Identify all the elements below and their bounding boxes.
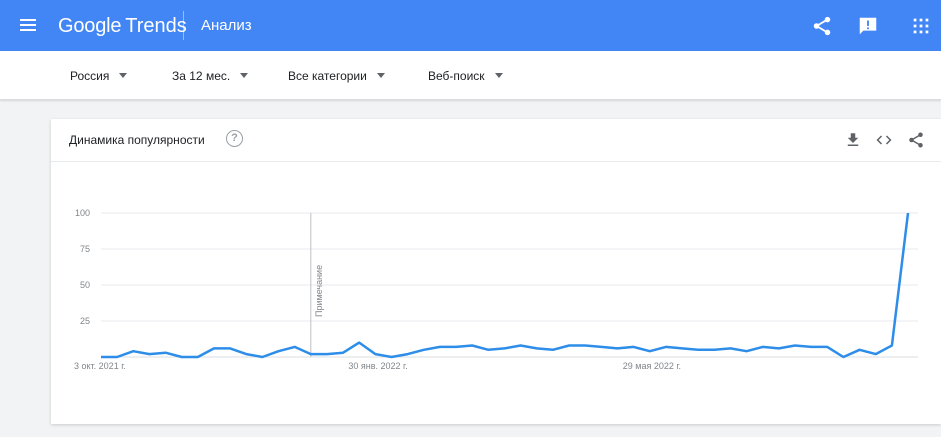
- help-icon[interactable]: ?: [226, 130, 243, 147]
- embed-code-icon[interactable]: [875, 131, 893, 149]
- google-trends-logo[interactable]: Google Trends: [58, 14, 187, 38]
- caret-down-icon: [494, 73, 503, 78]
- share-icon[interactable]: [811, 15, 833, 37]
- apps-grid-icon[interactable]: [910, 15, 932, 37]
- card-title: Динамика популярности: [69, 133, 205, 147]
- y-tick-label: 50: [80, 280, 90, 290]
- caret-down-icon: [376, 73, 385, 78]
- filter-bar: Россия За 12 мес. Все категории Веб-поис…: [0, 51, 941, 100]
- menu-icon[interactable]: [16, 13, 40, 37]
- top-app-bar: Google Trends Анализ: [0, 0, 941, 51]
- x-axis-ticks: 3 окт. 2021 г. 30 янв. 2022 г. 29 мая 2022…: [74, 361, 681, 371]
- interest-over-time-chart: 100 75 50 25 3 окт. 2021 г. 30 янв. 2022 г. 2…: [74, 208, 918, 371]
- search-type-filter-dropdown[interactable]: Веб-поиск: [428, 66, 503, 86]
- y-tick-label: 25: [80, 316, 90, 326]
- card-share-icon[interactable]: [907, 131, 925, 149]
- feedback-icon[interactable]: [857, 15, 879, 37]
- x-tick-label: 29 мая 2022 г.: [623, 361, 681, 371]
- logo-google-text: Google: [58, 15, 122, 37]
- chart-gridlines: [101, 212, 918, 358]
- category-filter-dropdown[interactable]: Все категории: [288, 66, 385, 86]
- y-tick-label: 100: [75, 208, 90, 218]
- download-icon[interactable]: [844, 131, 862, 149]
- x-tick-label: 3 окт. 2021 г.: [74, 361, 126, 371]
- page-title: Анализ: [201, 17, 252, 34]
- caret-down-icon: [119, 73, 128, 78]
- search-type-filter-label: Веб-поиск: [428, 69, 485, 83]
- time-range-filter-dropdown[interactable]: За 12 мес.: [172, 66, 249, 86]
- region-filter-dropdown[interactable]: Россия: [70, 66, 128, 86]
- header-divider: [183, 11, 184, 40]
- category-filter-label: Все категории: [288, 69, 367, 83]
- y-tick-label: 75: [80, 244, 90, 254]
- caret-down-icon: [240, 73, 249, 78]
- region-filter-label: Россия: [70, 69, 110, 83]
- y-axis-ticks: 100 75 50 25: [75, 208, 90, 326]
- logo-trends-text: Trends: [125, 15, 187, 37]
- annotation-label: Примечание: [314, 265, 324, 317]
- x-tick-label: 30 янв. 2022 г.: [348, 361, 407, 371]
- time-range-filter-label: За 12 мес.: [172, 69, 231, 83]
- card-header: Динамика популярности ?: [51, 119, 941, 162]
